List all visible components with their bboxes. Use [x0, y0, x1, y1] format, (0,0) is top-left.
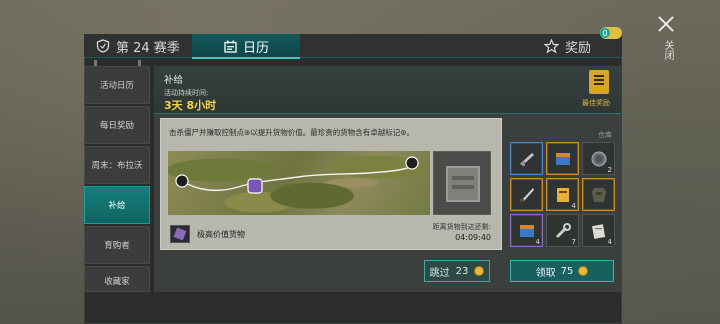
best-reward-label: 最佳奖励 [582, 99, 610, 107]
skip-button[interactable]: 跳过 23 [424, 260, 490, 282]
warehouse-item[interactable]: 2 [582, 142, 615, 175]
tab-calendar-label: 日历 [243, 40, 270, 56]
manual-book-icon [557, 188, 569, 202]
event-header: 补给 活动持续时间: 3天 8小时 最佳奖励 [154, 66, 621, 114]
skip-label: 跳过 [429, 267, 450, 279]
warehouse-item[interactable] [510, 142, 543, 175]
best-reward-button[interactable]: 最佳奖励 [582, 70, 614, 108]
sidebar-item-supply[interactable]: 补给 [84, 186, 150, 224]
sidebar-nav: 活动日历 每日奖励 周末：布拉沃 补给 育购者 收藏家 [84, 66, 150, 294]
tab-calendar[interactable]: 日历 [192, 34, 300, 59]
best-reward-icon [589, 70, 609, 94]
warehouse-item[interactable] [582, 178, 615, 211]
arrival-label: 距离货物到达还剩: [432, 223, 491, 231]
warehouse-item[interactable]: 4 [546, 178, 579, 211]
wrench-tools-icon [555, 223, 571, 239]
mission-card: 击杀僵尸并赚取控制点⊛以提升货物价值。最珍贵的货物含有卓越标记⊛。 极高价值货物… [160, 118, 502, 250]
tab-reward-label: 奖励 [565, 40, 592, 56]
event-title: 补给 [164, 75, 184, 86]
skip-cost: 23 [455, 265, 469, 277]
documents-icon [592, 224, 606, 239]
coin-icon [474, 266, 485, 276]
warehouse-item[interactable]: 7 [546, 214, 579, 247]
item-count: 4 [535, 238, 540, 246]
item-count: 4 [571, 202, 576, 210]
sidebar-item-daily-reward[interactable]: 每日奖励 [84, 106, 150, 144]
claim-cost: 75 [560, 265, 574, 277]
sidebar-item-activity-calendar[interactable]: 活动日历 [84, 66, 150, 104]
duration-value: 3天 8小时 [164, 99, 217, 112]
item-count: 4 [607, 238, 612, 246]
warehouse-label: 仓库 [598, 131, 612, 139]
machete-icon [520, 188, 534, 202]
destination-marker-icon [405, 156, 419, 170]
arrival-countdown: 04:09:40 [455, 233, 491, 242]
cargo-value-icon [170, 225, 190, 243]
start-marker-icon [175, 174, 189, 188]
top-tab-bar: 第 24 赛季 日历 奖励 [84, 34, 622, 59]
tab-reward[interactable]: 奖励 [544, 34, 591, 58]
calendar-icon [224, 40, 237, 53]
close-label: 关闭 [662, 40, 673, 60]
loot-crate-icon [520, 225, 534, 237]
reward-notification-badge: 0 [600, 27, 622, 39]
sidebar-item-buyer[interactable]: 育购者 [84, 226, 150, 264]
warehouse-item[interactable] [510, 178, 543, 211]
reward-badge-count: 0 [600, 28, 610, 38]
warehouse-item[interactable]: 4 [582, 214, 615, 247]
claim-button[interactable]: 领取 75 [510, 260, 614, 282]
tab-season[interactable]: 第 24 赛季 [96, 34, 180, 58]
tab-season-label: 第 24 赛季 [116, 40, 180, 56]
rifle-icon [520, 153, 534, 166]
sidebar-item-collector[interactable]: 收藏家 [84, 266, 150, 292]
item-count: 2 [607, 166, 612, 174]
frying-pan-icon [591, 151, 607, 167]
claim-label: 领取 [535, 267, 556, 279]
star-badge-icon [544, 38, 559, 54]
close-icon[interactable] [656, 14, 676, 34]
crate-icon [446, 166, 480, 202]
warehouse-item[interactable] [546, 142, 579, 175]
cargo-crate-preview [433, 151, 491, 215]
season-shield-icon [96, 39, 110, 53]
coin-icon [578, 266, 589, 276]
sidebar-item-weekend-bravo[interactable]: 周末：布拉沃 [84, 146, 150, 184]
body-armor-icon [592, 188, 606, 202]
supply-crate-icon [556, 153, 570, 165]
warehouse-item[interactable]: 4 [510, 214, 543, 247]
cargo-value-label: 极高价值货物 [197, 230, 245, 239]
item-count: 7 [571, 238, 576, 246]
route-map [168, 151, 430, 215]
mission-description: 击杀僵尸并赚取控制点⊛以提升货物价值。最珍贵的货物含有卓越标记⊛。 [169, 128, 415, 137]
cargo-position-icon [247, 178, 263, 194]
